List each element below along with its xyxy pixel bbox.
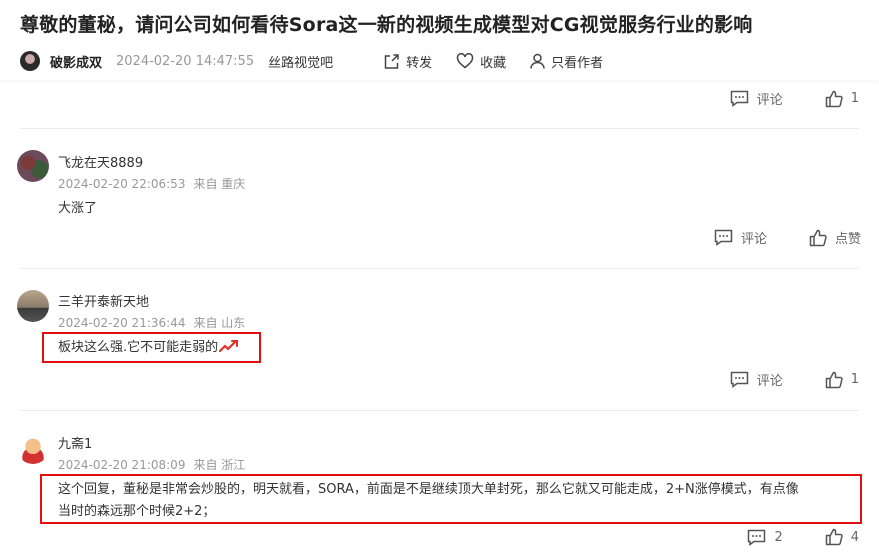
highlight-box (42, 332, 261, 363)
comment-actions: 2 4 (747, 528, 859, 546)
comment-meta: 2024-02-20 22:06:53 来自 重庆 (58, 175, 245, 192)
share-icon (384, 53, 399, 69)
comment-button[interactable]: 评论 (730, 89, 783, 108)
commenter-name[interactable]: 飞龙在天8889 (58, 152, 143, 171)
like-button[interactable]: 1 (825, 90, 859, 108)
share-label: 转发 (406, 55, 433, 71)
divider (20, 128, 859, 129)
comment-icon (730, 371, 748, 388)
like-count: 1 (850, 372, 859, 387)
thumbs-up-icon (825, 90, 843, 107)
author-name[interactable]: 破影成双 (50, 52, 102, 71)
like-button[interactable]: 1 (825, 371, 859, 389)
favorite-button[interactable]: 收藏 (456, 52, 506, 71)
like-button[interactable]: 4 (825, 528, 859, 546)
comment-count: 2 (774, 529, 783, 545)
comment-time: 2024-02-20 21:08:09 (58, 458, 186, 472)
user-icon (530, 53, 545, 69)
avatar[interactable] (17, 290, 49, 322)
forum-link[interactable]: 丝路视觉吧 (268, 52, 333, 71)
like-label: 点赞 (834, 232, 861, 247)
comment-meta: 2024-02-20 21:36:44 来自 山东 (58, 314, 245, 331)
comment-button[interactable]: 评论 (714, 228, 767, 247)
comment-time: 2024-02-20 21:36:44 (58, 316, 186, 330)
comment-button[interactable]: 评论 (730, 370, 783, 389)
comment-icon (748, 529, 766, 546)
heart-icon (456, 53, 474, 69)
comment-location: 来自 浙江 (193, 458, 246, 472)
post-meta: 破影成双 2024-02-20 14:47:55 丝路视觉吧 转发 收藏 只看作… (20, 50, 627, 72)
thumbs-up-icon (809, 229, 827, 246)
post-header: 尊敬的董秘，请问公司如何看待Sora这一新的视频生成模型对CG视觉服务行业的影响… (0, 0, 879, 80)
comment-actions: 评论 点赞 (714, 228, 861, 247)
comment-text: 大涨了 (58, 201, 98, 216)
comment-button[interactable]: 2 (747, 529, 783, 546)
divider (20, 410, 859, 411)
thumbs-up-icon (825, 528, 843, 546)
thumbs-up-icon (825, 371, 843, 388)
comment-label: 评论 (740, 232, 767, 247)
post-title: 尊敬的董秘，请问公司如何看待Sora这一新的视频生成模型对CG视觉服务行业的影响 (20, 14, 753, 36)
avatar[interactable] (17, 432, 49, 464)
comment-icon (730, 90, 748, 107)
comment-actions: 评论 1 (730, 370, 859, 389)
like-count: 1 (850, 91, 859, 106)
like-count: 4 (850, 529, 859, 545)
favorite-label: 收藏 (480, 55, 507, 71)
post-time: 2024-02-20 14:47:55 (116, 53, 255, 69)
comment-time: 2024-02-20 22:06:53 (58, 177, 186, 191)
author-only-button[interactable]: 只看作者 (530, 52, 603, 71)
comment-label: 评论 (756, 93, 783, 108)
comment-label: 评论 (756, 374, 783, 389)
author-only-label: 只看作者 (551, 55, 604, 71)
author-avatar[interactable] (20, 51, 40, 71)
avatar[interactable] (17, 150, 49, 182)
highlight-box (40, 474, 862, 524)
commenter-name[interactable]: 九斋1 (58, 433, 92, 452)
divider (20, 268, 859, 269)
previous-comment-actions: 评论 1 (730, 89, 859, 108)
comment-icon (714, 229, 733, 246)
comment-location: 来自 山东 (193, 316, 246, 330)
share-button[interactable]: 转发 (383, 52, 432, 71)
comment-meta: 2024-02-20 21:08:09 来自 浙江 (58, 456, 245, 473)
like-button[interactable]: 点赞 (809, 228, 861, 247)
commenter-name[interactable]: 三羊开泰新天地 (58, 291, 149, 310)
comment-location: 来自 重庆 (193, 177, 246, 191)
